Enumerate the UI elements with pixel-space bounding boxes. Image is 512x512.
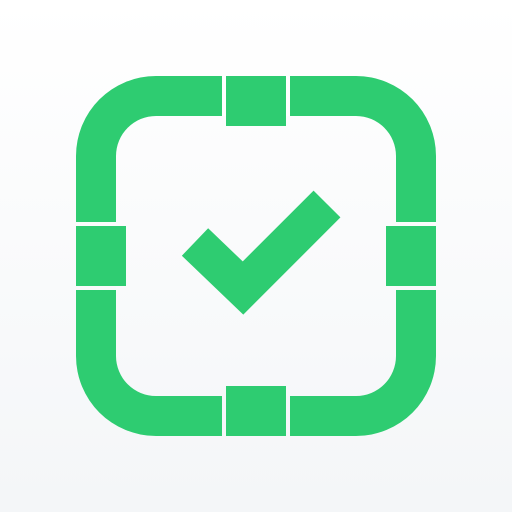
frame-notch-right-top xyxy=(396,222,436,226)
app-icon xyxy=(76,76,436,436)
frame-notch-bottom-right xyxy=(286,396,290,436)
frame-bump-right xyxy=(386,226,426,286)
frame-bump-bottom xyxy=(226,386,286,426)
app-icon-canvas xyxy=(0,0,512,512)
frame-bump-top xyxy=(226,86,286,126)
frame-bump-left xyxy=(86,226,126,286)
frame-notch-top-right xyxy=(286,76,290,116)
frame-notch-right-bottom xyxy=(396,286,436,290)
checkmark-icon xyxy=(181,190,341,315)
frame-notch-top-left xyxy=(222,76,226,116)
frame-notch-left-bottom xyxy=(76,286,116,290)
frame-notch-left-top xyxy=(76,222,116,226)
frame-notch-bottom-left xyxy=(222,396,226,436)
